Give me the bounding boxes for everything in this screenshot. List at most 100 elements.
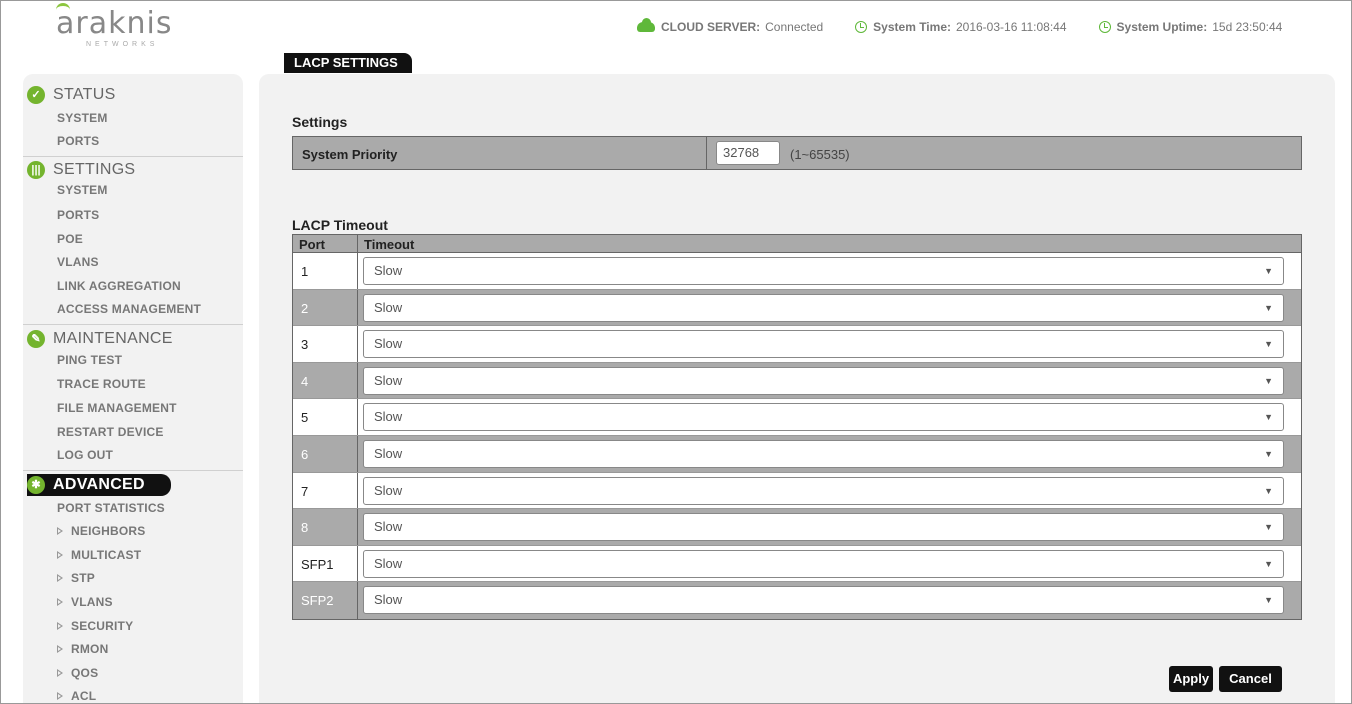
- timeout-select[interactable]: Slow ▼: [363, 293, 1284, 322]
- port-label: SFP2: [301, 593, 334, 609]
- sidebar-item-status-system[interactable]: SYSTEM: [57, 111, 108, 125]
- sidebar-item-qos[interactable]: QOS: [57, 666, 98, 680]
- sidebar-item-status-ports[interactable]: PORTS: [57, 134, 99, 148]
- araknis-logo: araknis NETWORKS: [56, 3, 196, 54]
- cancel-button[interactable]: Cancel: [1219, 666, 1282, 692]
- lacp-timeout-table: Port Timeout 1 Slow ▼ 2 Slow ▼ 3 Slow ▼ 4 Slow ▼ 5 Sl…: [292, 234, 1302, 620]
- sidebar-item-security[interactable]: SECURITY: [57, 619, 133, 633]
- sidebar-item-neighbors[interactable]: NEIGHBORS: [57, 524, 145, 538]
- sidebar-item-settings-ports[interactable]: PORTS: [57, 208, 99, 222]
- system-priority-input[interactable]: 32768: [716, 141, 780, 165]
- dropdown-arrow-icon: ▼: [1264, 412, 1273, 423]
- expand-arrow-icon: [57, 574, 63, 582]
- clock-icon: [1098, 21, 1111, 33]
- timeout-select[interactable]: Slow ▼: [363, 513, 1284, 542]
- expand-arrow-icon: [57, 692, 63, 700]
- column-header-timeout: Timeout: [364, 237, 415, 252]
- timeout-select[interactable]: Slow ▼: [363, 257, 1284, 285]
- sidebar: ✓ STATUS SYSTEM PORTS ||| SETTINGS SYSTE…: [23, 74, 243, 703]
- timeout-select-value: Slow: [374, 409, 403, 425]
- section-settings-title: SETTINGS: [53, 161, 136, 178]
- table-row: SFP1 Slow ▼: [293, 545, 1301, 583]
- expand-arrow-icon: [57, 527, 63, 535]
- check-icon: ✓: [27, 86, 45, 104]
- sidebar-item-log-out[interactable]: LOG OUT: [57, 448, 113, 462]
- expand-arrow-icon: [57, 551, 63, 559]
- system-time-label: System Time:: [873, 20, 951, 34]
- timeout-select-value: Slow: [374, 555, 403, 571]
- table-row: 4 Slow ▼: [293, 362, 1301, 400]
- sidebar-item-settings-poe[interactable]: POE: [57, 232, 83, 246]
- system-time: System Time: 2016-03-16 11:08:44: [855, 20, 1067, 34]
- timeout-select[interactable]: Slow ▼: [363, 403, 1284, 432]
- section-status[interactable]: ✓ STATUS: [27, 84, 116, 106]
- system-time-value: 2016-03-16 11:08:44: [955, 20, 1067, 34]
- sidebar-item-settings-system[interactable]: SYSTEM: [57, 183, 108, 197]
- table-row: 2 Slow ▼: [293, 289, 1301, 327]
- gear-icon: ✱: [27, 476, 45, 494]
- sidebar-item-link-aggregation[interactable]: LINK AGGREGATION: [57, 279, 181, 293]
- section-maintenance-title: MAINTENANCE: [53, 330, 173, 347]
- system-uptime-label: System Uptime:: [1116, 20, 1208, 34]
- dropdown-arrow-icon: ▼: [1264, 595, 1273, 606]
- sidebar-item-acl[interactable]: ACL: [57, 689, 96, 703]
- sidebar-item-access-management[interactable]: ACCESS MANAGEMENT: [57, 302, 201, 316]
- sidebar-item-ping-test[interactable]: PING TEST: [57, 353, 122, 367]
- port-label: 1: [301, 264, 309, 279]
- page-title: LACP SETTINGS: [284, 53, 412, 73]
- sidebar-item-rmon[interactable]: RMON: [57, 642, 108, 656]
- table-row: SFP2 Slow ▼: [293, 582, 1301, 619]
- sidebar-item-settings-vlans[interactable]: VLANS: [57, 255, 99, 269]
- sidebar-item-trace-route[interactable]: TRACE ROUTE: [57, 377, 146, 391]
- timeout-select-value: Slow: [374, 445, 403, 461]
- section-advanced-title: ADVANCED: [53, 476, 145, 493]
- table-row: 5 Slow ▼: [293, 399, 1301, 436]
- clock-icon: [855, 21, 868, 33]
- expand-arrow-icon: [57, 645, 63, 653]
- cloud-status: CLOUD SERVER: Connected: [637, 18, 824, 34]
- sidebar-item-file-management[interactable]: FILE MANAGEMENT: [57, 401, 177, 415]
- timeout-select[interactable]: Slow ▼: [363, 366, 1284, 395]
- system-priority-table: System Priority 32768 (1~65535): [292, 136, 1302, 170]
- sidebar-item-port-statistics[interactable]: PORT STATISTICS: [57, 501, 165, 515]
- section-status-title: STATUS: [53, 86, 116, 103]
- system-priority-label: System Priority: [302, 147, 398, 162]
- logo-wordmark: araknis: [56, 3, 196, 39]
- section-settings[interactable]: ||| SETTINGS: [27, 159, 135, 181]
- timeout-select-value: Slow: [374, 482, 403, 498]
- timeout-select[interactable]: Slow ▼: [363, 439, 1284, 468]
- apply-button[interactable]: Apply: [1169, 666, 1213, 692]
- sidebar-divider: [23, 470, 243, 471]
- sidebar-divider: [23, 156, 243, 157]
- dropdown-arrow-icon: ▼: [1264, 375, 1273, 386]
- system-uptime-value: 15d 23:50:44: [1212, 20, 1283, 34]
- table-header-row: Port Timeout: [293, 235, 1301, 253]
- timeout-select[interactable]: Slow ▼: [363, 476, 1284, 505]
- cloud-status-label: CLOUD SERVER:: [661, 20, 761, 34]
- expand-arrow-icon: [57, 622, 63, 630]
- timeout-select-value: Slow: [374, 372, 403, 388]
- timeout-select-value: Slow: [374, 336, 403, 352]
- main-panel: Settings System Priority 32768 (1~65535)…: [259, 74, 1335, 703]
- sidebar-item-restart-device[interactable]: RESTART DEVICE: [57, 425, 164, 439]
- sidebar-item-stp[interactable]: STP: [57, 571, 95, 585]
- port-label: SFP1: [301, 556, 334, 572]
- dropdown-arrow-icon: ▼: [1264, 266, 1273, 276]
- table-row: 3 Slow ▼: [293, 326, 1301, 363]
- logo-subtext: NETWORKS: [86, 41, 159, 48]
- cloud-icon: [637, 18, 655, 32]
- port-label: 6: [301, 446, 309, 462]
- timeout-select[interactable]: Slow ▼: [363, 549, 1284, 578]
- timeout-select[interactable]: Slow ▼: [363, 330, 1284, 359]
- sidebar-item-multicast[interactable]: MULTICAST: [57, 548, 141, 562]
- section-advanced[interactable]: ✱ ADVANCED: [27, 474, 171, 496]
- dropdown-arrow-icon: ▼: [1264, 558, 1273, 569]
- section-maintenance[interactable]: ✎ MAINTENANCE: [27, 328, 173, 350]
- timeout-select[interactable]: Slow ▼: [363, 586, 1284, 615]
- timeout-select-value: Slow: [374, 263, 403, 278]
- port-label: 8: [301, 520, 309, 536]
- header-status-bar: CLOUD SERVER: Connected System Time: 201…: [637, 18, 1283, 34]
- port-label: 5: [301, 410, 309, 426]
- cloud-status-value: Connected: [765, 20, 824, 34]
- sidebar-item-advanced-vlans[interactable]: VLANS: [57, 595, 113, 609]
